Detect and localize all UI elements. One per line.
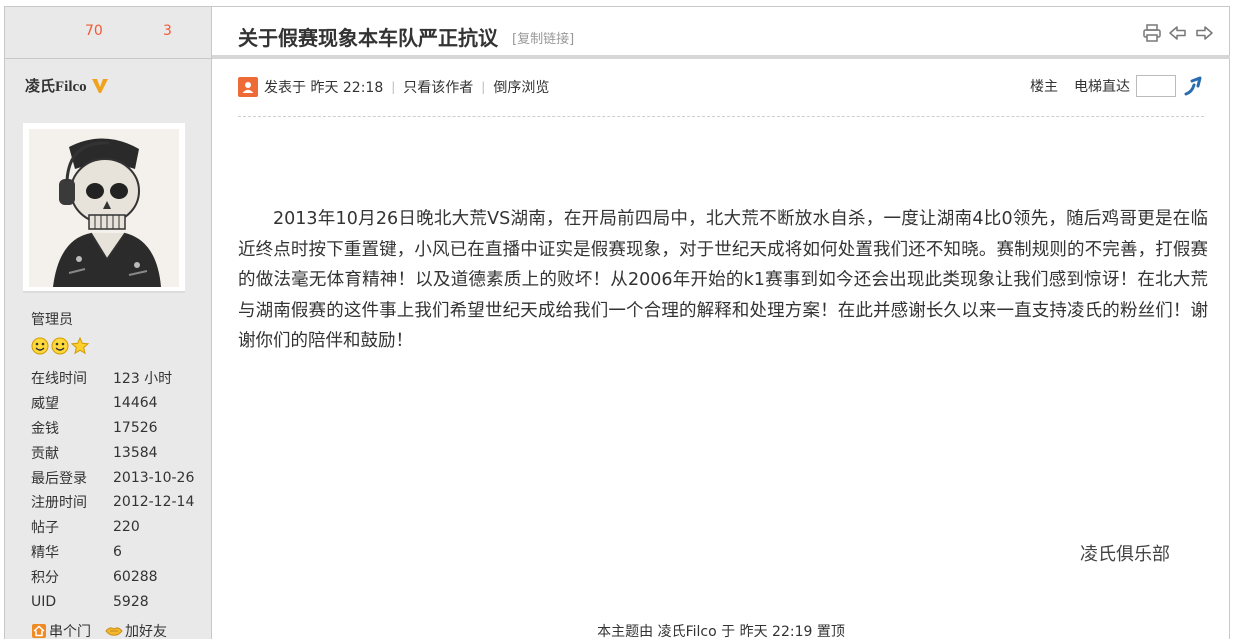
star-icon bbox=[71, 337, 89, 355]
post-meta-row: 发表于 昨天 22:18 | 只看该作者 | 倒序浏览 楼主 电梯直达 bbox=[238, 75, 1204, 117]
visit-button[interactable]: 串个门 bbox=[31, 621, 91, 639]
stat-row: 威望 14464 bbox=[31, 391, 194, 416]
stat-row: 最后登录 2013-10-26 bbox=[31, 465, 194, 490]
author-avatar-frame[interactable] bbox=[23, 123, 185, 293]
thread-title: 关于假赛现象本车队严正抗议 bbox=[238, 26, 498, 50]
post-meta-right: 楼主 电梯直达 bbox=[1030, 75, 1204, 97]
author-role[interactable]: 管理员 bbox=[31, 309, 73, 329]
stat-value: 6 bbox=[113, 543, 122, 560]
post-frame: 70 3 凌氏Filco 管理员 在线时间 123 小时 威望 14464 金钱… bbox=[4, 6, 1230, 639]
only-author-link[interactable]: 只看该作者 bbox=[403, 77, 473, 97]
stat-label: 注册时间 bbox=[31, 495, 87, 512]
author-online-icon bbox=[238, 77, 258, 97]
stat-value: 17526 bbox=[113, 419, 158, 436]
author-name-row: 凌氏Filco bbox=[25, 75, 109, 96]
stat-label: UID bbox=[31, 593, 57, 610]
meta-divider: | bbox=[481, 80, 486, 94]
stat-row: 精华 6 bbox=[31, 540, 194, 565]
post-meta-left: 发表于 昨天 22:18 | 只看该作者 | 倒序浏览 bbox=[238, 77, 549, 97]
rank-icons bbox=[31, 337, 89, 355]
verified-v-icon bbox=[91, 78, 108, 93]
stat-label: 威望 bbox=[31, 396, 59, 413]
author-actions: 串个门 加好友 bbox=[31, 621, 167, 639]
floor-label: 楼主 bbox=[1030, 79, 1058, 95]
post-timestamp: 发表于 昨天 22:18 bbox=[264, 80, 384, 96]
next-thread-icon[interactable] bbox=[1194, 23, 1214, 43]
stat-label: 最后登录 bbox=[31, 470, 87, 487]
reverse-order-link[interactable]: 倒序浏览 bbox=[493, 77, 549, 97]
stat-label: 帖子 bbox=[31, 520, 59, 537]
stat-value: 14464 bbox=[113, 395, 158, 412]
post-signature: 凌氏俱乐部 bbox=[1080, 544, 1170, 565]
stat-row: 在线时间 123 小时 bbox=[31, 366, 194, 391]
floor-jump-input[interactable] bbox=[1136, 75, 1176, 97]
stat-label: 积分 bbox=[31, 569, 59, 586]
stat-row: UID 5928 bbox=[31, 589, 194, 614]
pin-notice: 本主题由 凌氏Filco 于 昨天 22:19 置顶 bbox=[597, 624, 845, 639]
add-friend-button[interactable]: 加好友 bbox=[105, 621, 167, 639]
print-icon[interactable] bbox=[1142, 23, 1162, 43]
stat-value: 2013-10-26 bbox=[113, 469, 195, 486]
thread-title-bar: 关于假赛现象本车队严正抗议 [复制链接] bbox=[212, 7, 1230, 59]
stat-row: 帖子 220 bbox=[31, 515, 194, 540]
stat-label: 金钱 bbox=[31, 420, 59, 437]
user-icon bbox=[242, 82, 254, 93]
smiley-icon bbox=[51, 337, 69, 355]
add-friend-label: 加好友 bbox=[125, 624, 167, 639]
author-stat-posts[interactable]: 3 bbox=[163, 23, 172, 39]
jump-go-icon[interactable] bbox=[1182, 75, 1204, 97]
stat-value: 123 小时 bbox=[113, 371, 173, 388]
thread-tools bbox=[1142, 23, 1214, 43]
stat-value: 60288 bbox=[113, 568, 158, 585]
post-content: 2013年10月26日晚北大荒VS湖南，在开局前四局中，北大荒不断放水自杀，一度… bbox=[238, 204, 1208, 357]
avatar[interactable] bbox=[29, 129, 179, 287]
stat-row: 积分 60288 bbox=[31, 564, 194, 589]
floor-jump-label: 电梯直达 bbox=[1074, 79, 1130, 95]
author-username[interactable]: 凌氏Filco bbox=[25, 75, 87, 96]
prev-thread-icon[interactable] bbox=[1168, 23, 1188, 43]
stat-value: 5928 bbox=[113, 593, 149, 610]
stat-value: 2012-12-14 bbox=[113, 494, 195, 511]
stat-label: 精华 bbox=[31, 544, 59, 561]
stat-row: 金钱 17526 bbox=[31, 416, 194, 441]
stat-row: 贡献 13584 bbox=[31, 440, 194, 465]
handshake-icon bbox=[105, 627, 123, 636]
stat-value: 13584 bbox=[113, 444, 158, 461]
stat-label: 在线时间 bbox=[31, 371, 87, 388]
smiley-icon bbox=[31, 337, 49, 355]
author-stats-header: 70 3 bbox=[5, 7, 211, 59]
copy-link-button[interactable]: [复制链接] bbox=[512, 28, 574, 47]
post-main: 关于假赛现象本车队严正抗议 [复制链接] 发表于 昨天 22:18 | 只看该作… bbox=[212, 7, 1230, 639]
visit-label: 串个门 bbox=[49, 624, 91, 639]
post-paragraph: 2013年10月26日晚北大荒VS湖南，在开局前四局中，北大荒不断放水自杀，一度… bbox=[238, 209, 1208, 351]
stat-value-posts-link[interactable]: 220 bbox=[113, 519, 140, 535]
author-sidebar: 70 3 凌氏Filco 管理员 在线时间 123 小时 威望 14464 金钱… bbox=[5, 7, 212, 639]
author-profile-stats: 在线时间 123 小时 威望 14464 金钱 17526 贡献 13584 最后登录 2… bbox=[31, 366, 194, 614]
meta-divider: | bbox=[391, 80, 396, 94]
stat-label: 贡献 bbox=[31, 445, 59, 462]
stat-row: 注册时间 2012-12-14 bbox=[31, 490, 194, 515]
author-stat-topics[interactable]: 70 bbox=[85, 23, 103, 39]
home-icon bbox=[32, 624, 46, 638]
